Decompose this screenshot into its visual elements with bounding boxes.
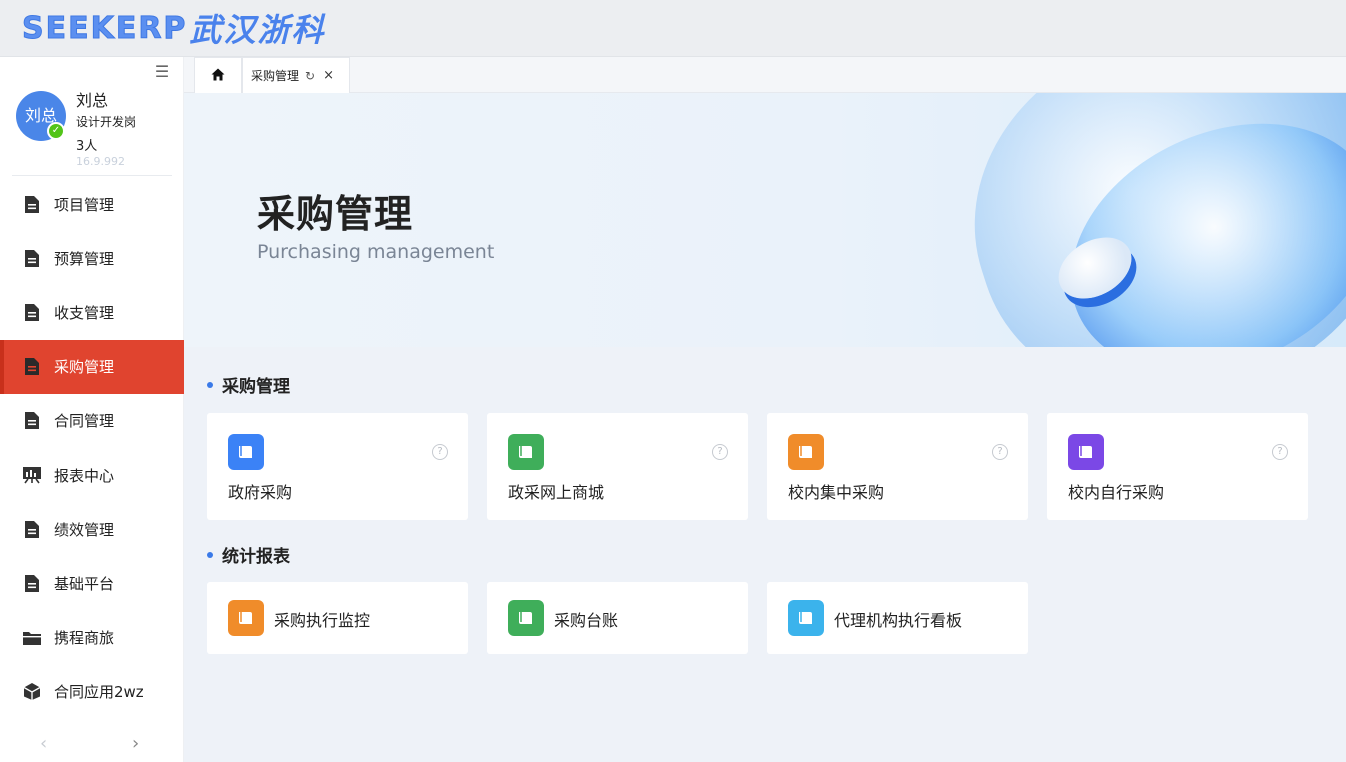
book-icon (1068, 434, 1104, 470)
top-header: SEEKERP 武汉浙科 (0, 0, 1346, 57)
card-online-mall[interactable]: ? 政采网上商城 (487, 413, 748, 520)
help-icon[interactable]: ? (1272, 444, 1288, 460)
user-count: 3人 (76, 139, 98, 154)
tab-label: 采购管理 (251, 69, 300, 83)
card-label: 政府采购 (228, 483, 293, 502)
card-label: 采购执行监控 (274, 611, 371, 630)
tab-purchasing[interactable]: 采购管理 ↻ × (242, 57, 350, 93)
sidebar-menu: 项目管理 预算管理 收支管理 采购管理 合同管理 报表中心 绩效管理 基础平台 (0, 177, 184, 719)
sidebar-item-contract[interactable]: 合同管理 (0, 394, 184, 448)
home-icon (211, 66, 225, 85)
card-label: 校内自行采购 (1068, 483, 1165, 502)
sidebar: ☰ 刘总 ✓ 刘总 设计开发岗 3人 16.9.992 项目管理 预算管理 收支… (0, 57, 184, 762)
close-icon[interactable]: × (323, 68, 334, 83)
sidebar-item-platform[interactable]: 基础平台 (0, 556, 184, 610)
sidebar-item-performance[interactable]: 绩效管理 (0, 502, 184, 556)
card-label: 代理机构执行看板 (834, 611, 963, 630)
logo-text-en: SEEKERP (21, 10, 188, 46)
book-icon (228, 434, 264, 470)
sidebar-item-label: 合同管理 (54, 412, 115, 431)
page-title: 采购管理 (257, 192, 414, 236)
tab-home[interactable] (194, 57, 242, 93)
bullet-dot (207, 381, 213, 388)
sidebar-item-label: 携程商旅 (54, 629, 115, 648)
card-label: 政采网上商城 (508, 483, 605, 502)
section-title-reports: 统计报表 (207, 542, 290, 567)
folder-icon (22, 628, 42, 648)
help-icon[interactable]: ? (432, 444, 448, 460)
divider (12, 175, 172, 176)
document-icon (22, 573, 42, 593)
sidebar-item-purchasing[interactable]: 采购管理 (0, 339, 184, 394)
book-icon (508, 434, 544, 470)
document-icon (22, 248, 42, 268)
section-title-purchasing: 采购管理 (207, 372, 290, 397)
sidebar-item-label: 预算管理 (54, 249, 115, 268)
book-icon (788, 434, 824, 470)
refresh-icon[interactable]: ↻ (305, 69, 315, 83)
document-icon (22, 302, 42, 322)
help-icon[interactable]: ? (992, 444, 1008, 460)
user-panel: 刘总 ✓ 刘总 设计开发岗 3人 16.9.992 (16, 85, 184, 175)
page-subtitle: Purchasing management (257, 241, 495, 263)
document-icon (22, 519, 42, 539)
help-icon[interactable]: ? (712, 444, 728, 460)
logo: SEEKERP 武汉浙科 (21, 8, 326, 49)
card-self-procurement[interactable]: ? 校内自行采购 (1047, 413, 1308, 520)
user-name: 刘总 (76, 91, 109, 110)
document-icon (22, 411, 42, 431)
bullet-dot (207, 551, 213, 558)
sidebar-item-contract-app[interactable]: 合同应用2wz (0, 665, 184, 719)
card-centralized-procurement[interactable]: ? 校内集中采购 (767, 413, 1028, 520)
card-label: 采购台账 (554, 611, 619, 630)
sidebar-item-label: 合同应用2wz (54, 683, 144, 702)
book-icon (788, 600, 824, 636)
chevron-left-icon[interactable]: ‹ (40, 733, 47, 754)
sidebar-item-label: 采购管理 (54, 358, 115, 377)
book-icon (228, 600, 264, 636)
sidebar-item-label: 报表中心 (54, 466, 115, 485)
chevron-right-icon[interactable]: › (132, 733, 139, 754)
collapse-menu-icon[interactable]: ☰ (152, 63, 172, 81)
sidebar-item-ctrip[interactable]: 携程商旅 (0, 611, 184, 665)
document-icon (22, 357, 42, 377)
logo-text-cn: 武汉浙科 (189, 11, 326, 49)
sidebar-item-label: 绩效管理 (54, 520, 115, 539)
cube-icon (22, 682, 42, 702)
card-ledger[interactable]: 采购台账 (487, 582, 748, 654)
sidebar-pager: ‹ › (0, 733, 184, 757)
online-check-icon: ✓ (47, 122, 65, 140)
tab-bar: 采购管理 ↻ × (184, 57, 1346, 93)
card-execution-monitor[interactable]: 采购执行监控 (207, 582, 468, 654)
chart-board-icon (22, 465, 42, 485)
user-extra: 16.9.992 (76, 155, 125, 168)
sidebar-item-budget[interactable]: 预算管理 (0, 231, 184, 285)
sidebar-item-project[interactable]: 项目管理 (0, 177, 184, 231)
document-icon (22, 194, 42, 214)
page-banner: 采购管理 Purchasing management (184, 93, 1346, 347)
sidebar-item-label: 项目管理 (54, 195, 115, 214)
user-role: 设计开发岗 (76, 115, 137, 129)
card-agency-board[interactable]: 代理机构执行看板 (767, 582, 1028, 654)
sidebar-item-reports[interactable]: 报表中心 (0, 448, 184, 502)
sidebar-item-label: 基础平台 (54, 574, 115, 593)
sidebar-item-label: 收支管理 (54, 303, 115, 322)
sidebar-item-income-expense[interactable]: 收支管理 (0, 285, 184, 339)
section-title-text: 统计报表 (222, 547, 290, 567)
card-label: 校内集中采购 (788, 483, 885, 502)
book-icon (508, 600, 544, 636)
card-government-procurement[interactable]: ? 政府采购 (207, 413, 468, 520)
section-title-text: 采购管理 (222, 377, 290, 397)
